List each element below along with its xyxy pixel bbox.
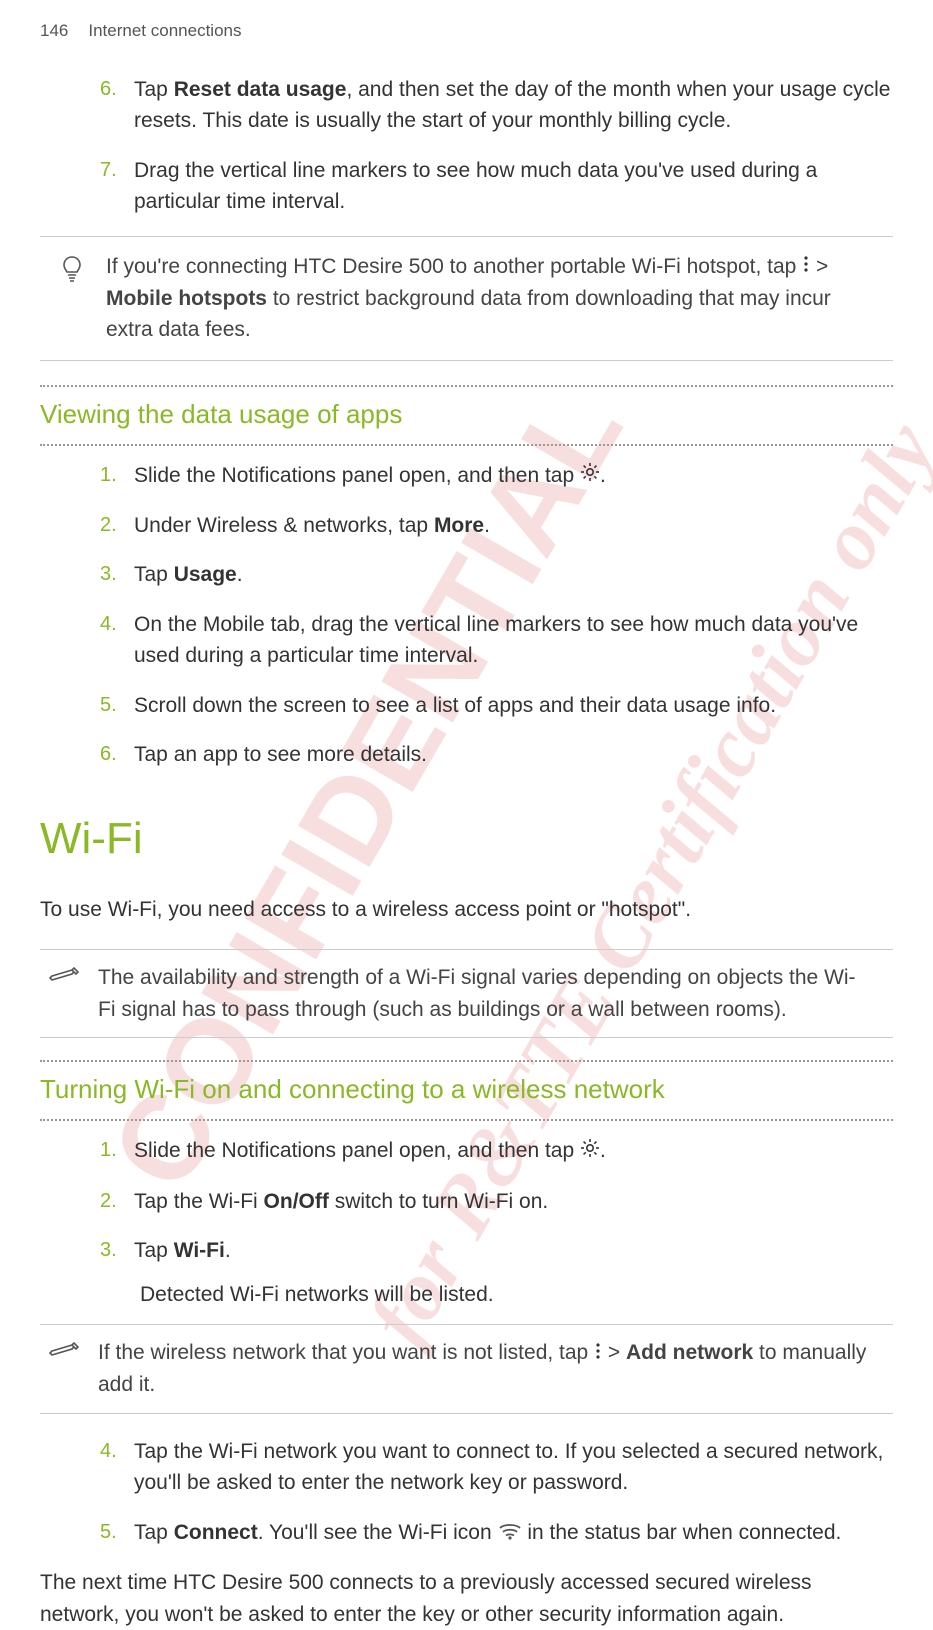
text: Tap the Wi-Fi — [134, 1190, 264, 1213]
wifi-icon — [498, 1518, 522, 1550]
bold-text: Reset data usage — [174, 78, 347, 101]
note-text: The availability and strength of a Wi-Fi… — [98, 962, 869, 1025]
text: . — [600, 464, 606, 487]
text: . — [600, 1139, 606, 1162]
lightbulb-icon — [60, 251, 88, 346]
step-text: Drag the vertical line markers to see ho… — [134, 155, 893, 218]
step-item: 7. Drag the vertical line markers to see… — [100, 155, 893, 218]
step-item: 5. Tap Connect. You'll see the Wi-Fi ico… — [100, 1517, 893, 1549]
wifi-step-list: 1. Slide the Notifications panel open, a… — [40, 1135, 893, 1266]
step-number: 1. — [100, 460, 118, 492]
text: Under Wireless & networks, tap — [134, 514, 434, 537]
step-item: 6. Tap an app to see more details. — [100, 739, 893, 771]
step-number: 4. — [100, 609, 118, 672]
menu-dots-icon — [594, 1338, 602, 1370]
step-text: Tap Wi-Fi. — [134, 1235, 893, 1267]
intro-paragraph: To use Wi-Fi, you need access to a wirel… — [40, 894, 893, 940]
menu-dots-icon — [802, 251, 810, 283]
text: Tap — [134, 78, 174, 101]
step-number: 5. — [100, 1517, 118, 1549]
top-step-list: 6. Tap Reset data usage, and then set th… — [40, 74, 893, 218]
text: in the status bar when connected. — [522, 1521, 842, 1544]
step-number: 3. — [100, 1235, 118, 1267]
note-box: The availability and strength of a Wi-Fi… — [40, 949, 893, 1038]
text: Tap — [134, 1521, 174, 1544]
page-number: 146 — [40, 18, 68, 44]
section-name: Internet connections — [88, 18, 241, 44]
step-item: 2. Tap the Wi-Fi On/Off switch to turn W… — [100, 1186, 893, 1218]
text: . — [225, 1239, 231, 1262]
step-number: 5. — [100, 690, 118, 722]
step-item: 5. Scroll down the screen to see a list … — [100, 690, 893, 722]
step-text: Tap Connect. You'll see the Wi-Fi icon i… — [134, 1517, 893, 1549]
step-item: 4. On the Mobile tab, drag the vertical … — [100, 609, 893, 672]
wifi-step-list-2: 4. Tap the Wi-Fi network you want to con… — [40, 1436, 893, 1549]
gear-icon — [580, 460, 600, 492]
tip-box: If you're connecting HTC Desire 500 to a… — [40, 236, 893, 361]
bold-text: Usage — [174, 563, 237, 586]
text: Slide the Notifications panel open, and … — [134, 464, 580, 487]
step-item: 6. Tap Reset data usage, and then set th… — [100, 74, 893, 137]
text: > — [810, 255, 828, 278]
main-heading: Wi-Fi — [40, 806, 893, 872]
step-text: On the Mobile tab, drag the vertical lin… — [134, 609, 893, 672]
step-text: Under Wireless & networks, tap More. — [134, 510, 893, 542]
tip-text: If you're connecting HTC Desire 500 to a… — [106, 251, 869, 346]
closing-paragraph: The next time HTC Desire 500 connects to… — [40, 1567, 893, 1630]
pencil-icon — [48, 962, 84, 1025]
text: Tap — [134, 1239, 174, 1262]
step-text: Tap Usage. — [134, 559, 893, 591]
step-text: Tap Reset data usage, and then set the d… — [134, 74, 893, 137]
dotted-separator — [40, 1060, 893, 1062]
step-number: 2. — [100, 1186, 118, 1218]
step-item: 1. Slide the Notifications panel open, a… — [100, 1135, 893, 1167]
step-item: 2. Under Wireless & networks, tap More. — [100, 510, 893, 542]
bold-text: Add network — [626, 1341, 753, 1364]
text: > — [602, 1341, 626, 1364]
note-box: If the wireless network that you want is… — [40, 1324, 893, 1414]
bold-text: Wi-Fi — [174, 1239, 225, 1262]
subheading: Viewing the data usage of apps — [40, 391, 893, 440]
text: . You'll see the Wi-Fi icon — [258, 1521, 498, 1544]
step-number: 4. — [100, 1436, 118, 1499]
text: If the wireless network that you want is… — [98, 1341, 594, 1364]
note-text: If the wireless network that you want is… — [98, 1337, 869, 1401]
step-item: 4. Tap the Wi-Fi network you want to con… — [100, 1436, 893, 1499]
bold-text: On/Off — [264, 1190, 329, 1213]
step-text: Tap the Wi-Fi network you want to connec… — [134, 1436, 893, 1499]
page-header: 146 Internet connections — [0, 0, 933, 74]
step-text: Slide the Notifications panel open, and … — [134, 460, 893, 492]
text: Tap — [134, 563, 174, 586]
bold-text: More — [434, 514, 484, 537]
step-item: 3. Tap Usage. — [100, 559, 893, 591]
pencil-icon — [48, 1337, 84, 1401]
step-text: Tap the Wi-Fi On/Off switch to turn Wi-F… — [134, 1186, 893, 1218]
step-number: 2. — [100, 510, 118, 542]
text: If you're connecting HTC Desire 500 to a… — [106, 255, 802, 278]
step-number: 3. — [100, 559, 118, 591]
bold-text: Connect — [174, 1521, 258, 1544]
dotted-separator — [40, 1119, 893, 1121]
step-number: 1. — [100, 1135, 118, 1167]
step-number: 6. — [100, 74, 118, 137]
subheading: Turning Wi-Fi on and connecting to a wir… — [40, 1066, 893, 1115]
step-number: 7. — [100, 155, 118, 218]
step-text: Tap an app to see more details. — [134, 739, 893, 771]
dotted-separator — [40, 385, 893, 387]
step-number: 6. — [100, 739, 118, 771]
text: . — [484, 514, 490, 537]
viewing-step-list: 1. Slide the Notifications panel open, a… — [40, 460, 893, 771]
step-text: Slide the Notifications panel open, and … — [134, 1135, 893, 1167]
step-item: 1. Slide the Notifications panel open, a… — [100, 460, 893, 492]
text: . — [237, 563, 243, 586]
step-item: 3. Tap Wi-Fi. — [100, 1235, 893, 1267]
gear-icon — [580, 1136, 600, 1168]
bold-text: Mobile hotspots — [106, 287, 267, 310]
text: Slide the Notifications panel open, and … — [134, 1139, 580, 1162]
step-text: Scroll down the screen to see a list of … — [134, 690, 893, 722]
dotted-separator — [40, 444, 893, 446]
step-result-text: Detected Wi-Fi networks will be listed. — [40, 1279, 893, 1311]
text: switch to turn Wi-Fi on. — [329, 1190, 548, 1213]
